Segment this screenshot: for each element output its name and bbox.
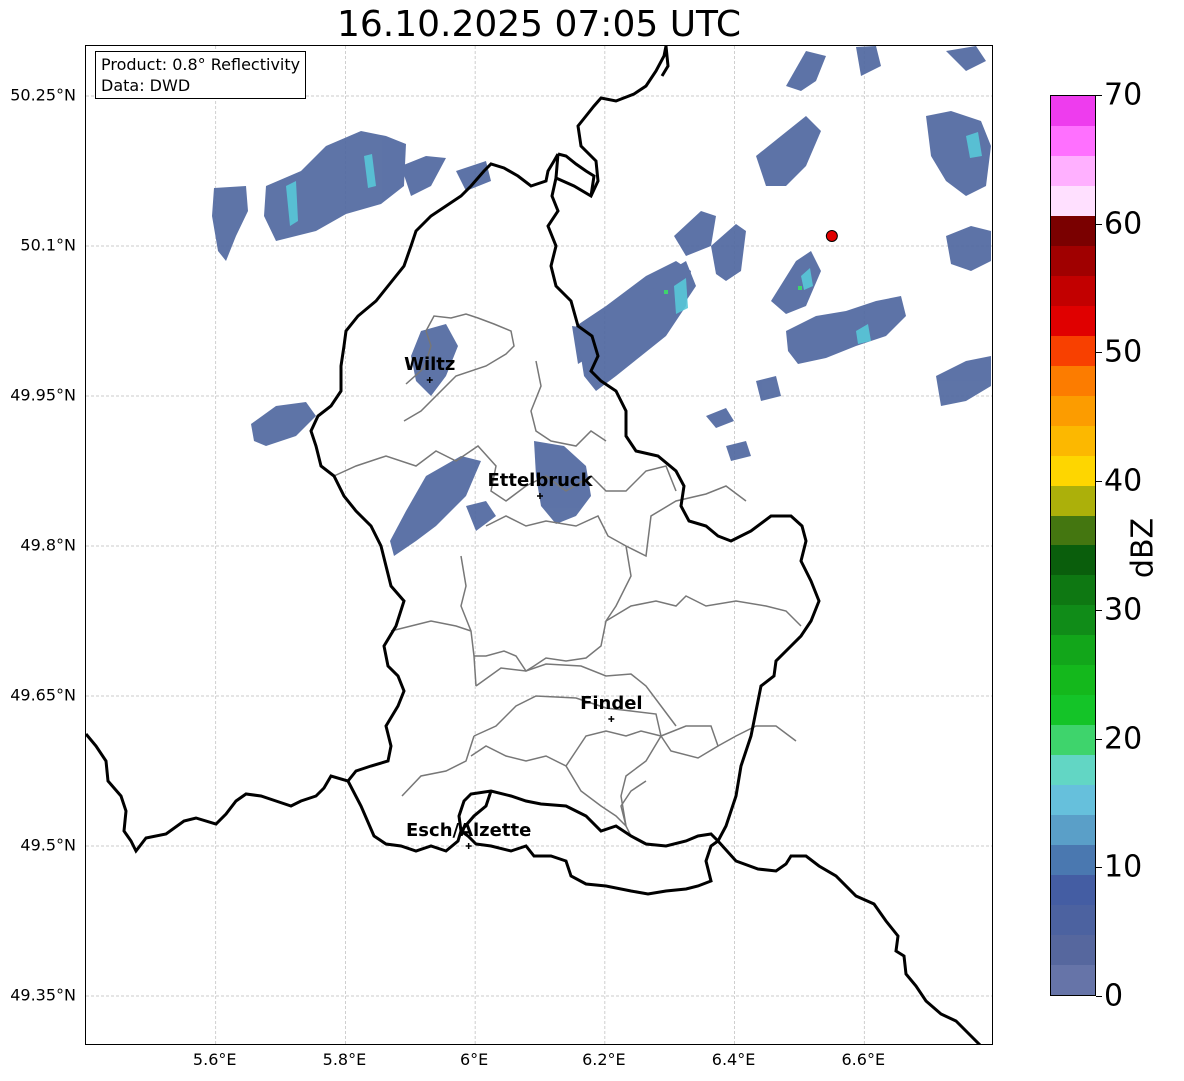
cities-layer: Wiltz Ettelbruck Findel Esch/Alzette <box>404 354 643 849</box>
colorbar-tick <box>1096 996 1102 997</box>
colorbar-segment <box>1051 425 1095 456</box>
colorbar-segment <box>1051 875 1095 906</box>
city-label: Esch/Alzette <box>406 820 531 841</box>
colorbar-segment <box>1051 965 1095 995</box>
city-label: Wiltz <box>404 354 455 375</box>
colorbar-segment <box>1051 245 1095 276</box>
colorbar-label: dBZ <box>1125 517 1161 579</box>
colorbar-segment <box>1051 605 1095 636</box>
map-canvas: Wiltz Ettelbruck Findel Esch/Alzette <box>86 46 992 1044</box>
colorbar-segment <box>1051 365 1095 396</box>
colorbar-tick-label: 60 <box>1104 206 1143 242</box>
colorbar-tick <box>1096 609 1102 611</box>
product-label: Product: 0.8° Reflectivity <box>101 55 301 74</box>
colorbar-segment <box>1051 725 1095 756</box>
colorbar-segment <box>1051 905 1095 936</box>
colorbar-segment <box>1051 785 1095 816</box>
lat-tick-label: 50.1°N <box>20 235 76 255</box>
colorbar-segment <box>1051 545 1095 576</box>
colorbar-segment <box>1051 815 1095 846</box>
map-title: 16.10.2025 07:05 UTC <box>336 4 742 45</box>
lon-tick-label: 6.4°E <box>711 1050 756 1069</box>
colorbar-tick <box>1096 867 1102 869</box>
colorbar-segment <box>1051 755 1095 786</box>
colorbar-segment <box>1051 575 1095 606</box>
data-source-label: Data: DWD <box>101 76 191 95</box>
colorbar-segment <box>1051 665 1095 696</box>
colorbar-tick-label: 30 <box>1104 592 1143 628</box>
colorbar-segment <box>1051 305 1095 336</box>
colorbar-segment <box>1051 485 1095 516</box>
colorbar-segment <box>1051 185 1095 216</box>
colorbar-tick <box>1096 738 1102 740</box>
colorbar-tick-label: 70 <box>1104 77 1143 113</box>
lon-tick-label: 6.2°E <box>582 1050 626 1069</box>
colorbar-segment <box>1051 125 1095 156</box>
colorbar-segment <box>1051 395 1095 426</box>
city-findel[interactable]: Findel <box>580 693 643 722</box>
location-marker[interactable] <box>825 230 838 242</box>
colorbar-tick-label: 0 <box>1104 978 1124 1014</box>
lon-tick-label: 6.6°E <box>841 1050 886 1069</box>
colorbar-tick <box>1096 481 1102 483</box>
lat-tick-label: 49.35°N <box>10 985 76 1005</box>
colorbar-segment <box>1051 515 1095 546</box>
lon-tick-label: 6°E <box>459 1050 489 1069</box>
lat-tick-label: 49.65°N <box>10 685 76 705</box>
colorbar-segment <box>1051 95 1095 126</box>
colorbar-tick <box>1096 352 1102 354</box>
colorbar-segment <box>1051 455 1095 486</box>
colorbar-tick <box>1096 223 1102 225</box>
city-label: Ettelbruck <box>487 470 593 491</box>
lat-tick-label: 49.5°N <box>20 835 76 855</box>
lat-tick-label: 49.95°N <box>10 385 76 405</box>
colorbar-tick-label: 10 <box>1104 849 1143 885</box>
colorbar-tick <box>1096 95 1102 96</box>
radar-map[interactable]: Wiltz Ettelbruck Findel Esch/Alzette <box>85 45 993 1045</box>
colorbar-segment <box>1051 845 1095 876</box>
colorbar-segment <box>1051 335 1095 366</box>
colorbar-segment <box>1051 215 1095 246</box>
colorbar-segment <box>1051 695 1095 726</box>
lat-tick-label: 49.8°N <box>20 535 76 555</box>
product-info-box: Product: 0.8° Reflectivity Data: DWD <box>95 51 307 99</box>
colorbar-segment <box>1051 155 1095 186</box>
lat-tick-label: 50.25°N <box>10 85 76 105</box>
colorbar-tick-label: 20 <box>1104 721 1143 757</box>
lon-tick-label: 5.8°E <box>322 1050 367 1069</box>
colorbar <box>1050 95 1096 996</box>
colorbar-segment <box>1051 935 1095 966</box>
city-esch-alzette[interactable]: Esch/Alzette <box>406 820 531 849</box>
colorbar-tick-label: 40 <box>1104 463 1143 499</box>
colorbar-tick-label: 50 <box>1104 334 1143 370</box>
colorbar-segment <box>1051 635 1095 666</box>
city-label: Findel <box>580 693 643 714</box>
colorbar-segment <box>1051 275 1095 306</box>
radar-echoes <box>212 46 991 556</box>
lon-tick-label: 5.6°E <box>192 1050 237 1069</box>
